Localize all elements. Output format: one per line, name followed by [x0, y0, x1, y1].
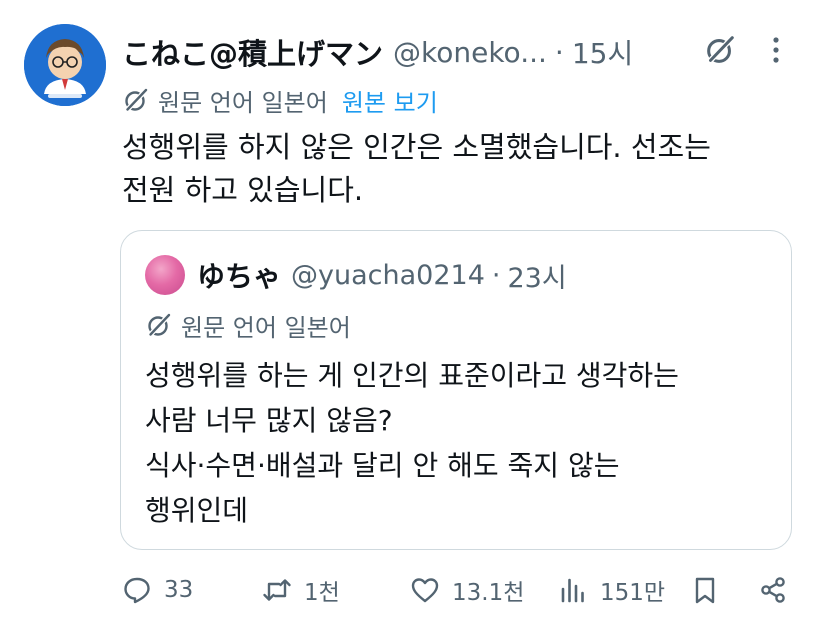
translate-icon [125, 88, 148, 112]
separator-dot: · [554, 35, 564, 69]
tweet-header: こねこ@積上げマン @koneko... · 15시 [122, 30, 633, 74]
quoted-tweet[interactable]: ゆちゃ @yuacha0214 · 23시 원문 언어 일본어 성행위를 하는 … [120, 230, 792, 550]
grok-icon [707, 35, 735, 64]
separator-dot: · [491, 259, 501, 291]
retweet-button[interactable]: 1천 [262, 566, 340, 614]
retweet-count: 1천 [304, 580, 340, 606]
reply-count: 33 [164, 577, 194, 603]
quoted-text-line: 사람 너무 많지 않음? [145, 404, 393, 437]
translation-source-label: 원문 언어 일본어 [158, 88, 328, 117]
view-original-link[interactable]: 원본 보기 [342, 83, 438, 118]
views-button[interactable]: 151만 [558, 566, 665, 614]
tweet-text: 성행위를 하지 않은 인간은 소멸했습니다. 선조는 전원 하고 있습니다. [122, 126, 792, 212]
retweet-icon [263, 579, 291, 601]
quoted-author-name: ゆちゃ [197, 260, 282, 293]
quoted-text-line: 성행위를 하는 게 인간의 표준이라고 생각하는 [145, 359, 679, 392]
author-name[interactable]: こねこ@積上げマン [122, 31, 383, 73]
like-icon [411, 578, 439, 603]
view-count: 151만 [600, 580, 666, 606]
reply-icon [124, 577, 150, 604]
quoted-tweet-text: 성행위를 하는 게 인간의 표준이라고 생각하는 사람 너무 많지 않음? 식사… [145, 353, 775, 533]
translate-icon [148, 313, 171, 337]
quoted-tweet-header: ゆちゃ @yuacha0214 · 23시 [145, 255, 567, 295]
tweet-time[interactable]: 15시 [572, 32, 633, 72]
bookmark-button[interactable] [690, 566, 720, 614]
quoted-author-avatar [145, 255, 185, 295]
action-bar: 33 1천 13.1천 151만 [118, 566, 798, 614]
like-button[interactable]: 13.1천 [410, 566, 524, 614]
translation-row: 원문 언어 일본어 원본 보기 [122, 82, 438, 118]
bookmark-icon [695, 577, 715, 604]
quoted-text-line: 행위인데 [145, 494, 249, 527]
quoted-translation-label: 원문 언어 일본어 [181, 313, 351, 342]
like-count: 13.1천 [452, 580, 525, 606]
more-button[interactable] [756, 30, 796, 70]
reply-button[interactable]: 33 [122, 566, 193, 614]
quoted-text-line: 식사·수면·배설과 달리 안 해도 죽지 않는 [145, 449, 620, 482]
tweet-text-line: 성행위를 하지 않은 인간은 소멸했습니다. 선조는 [122, 130, 711, 164]
author-handle[interactable]: @koneko... [393, 36, 547, 69]
more-icon [773, 37, 779, 63]
share-icon [761, 577, 785, 603]
quoted-author-handle: @yuacha0214 [291, 259, 485, 291]
avatar-image [24, 24, 106, 106]
author-avatar[interactable] [24, 24, 106, 106]
quoted-tweet-time: 23시 [507, 262, 567, 294]
grok-button[interactable] [700, 30, 740, 70]
views-icon [561, 578, 584, 603]
share-button[interactable] [758, 566, 788, 614]
tweet-text-line: 전원 하고 있습니다. [122, 173, 364, 207]
quoted-translation-row: 원문 언어 일본어 [145, 307, 351, 343]
